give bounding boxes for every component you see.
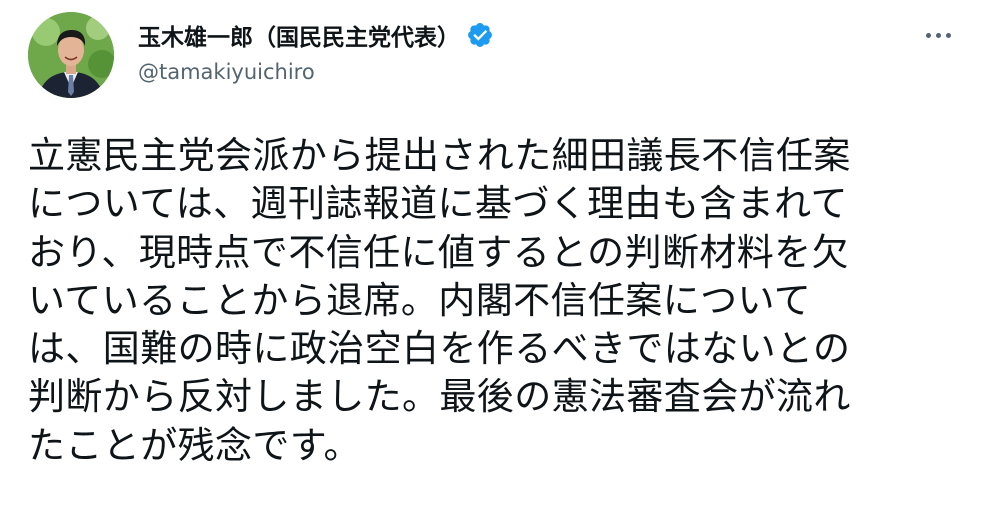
- more-options-icon: [925, 32, 931, 38]
- tweet-text-line: 立憲民主党会派から提出された細田議長不信任案: [28, 134, 851, 177]
- author-display-name[interactable]: 玉木雄一郎（国民民主党代表）: [138, 18, 460, 52]
- more-options-button[interactable]: [918, 22, 958, 48]
- author-name-row[interactable]: 玉木雄一郎（国民民主党代表）: [138, 18, 494, 52]
- tweet-text-line: おり、現時点で不信任に値するとの判断材料を欠: [28, 230, 849, 274]
- tweet-text-line: いていることから退席。内閣不信任案について: [28, 278, 812, 322]
- tweet-text-line: 判断から反対しました。最後の憲法審査会が流れ: [28, 375, 851, 419]
- tweet-card: 玉木雄一郎（国民民主党代表） @tamakiyuichiro 立憲民主党会派から…: [0, 0, 1004, 514]
- tweet-text: 立憲民主党会派から提出された細田議長不信任案 については、週刊誌報道に基づく理由…: [28, 132, 978, 470]
- author-avatar[interactable]: [28, 12, 114, 98]
- tweet-text-line: については、週刊誌報道に基づく理由も含まれて: [28, 182, 848, 226]
- more-options-icon-dot: [935, 32, 941, 38]
- author-handle[interactable]: @tamakiyuichiro: [138, 60, 315, 84]
- tweet-text-line: たことが残念です。: [28, 423, 361, 467]
- profile-photo-icon: [28, 12, 114, 98]
- tweet-text-line: は、国難の時に政治空白を作るべきではないとの: [28, 327, 851, 371]
- verified-badge-icon: [466, 21, 494, 49]
- more-options-icon-dot: [945, 32, 951, 38]
